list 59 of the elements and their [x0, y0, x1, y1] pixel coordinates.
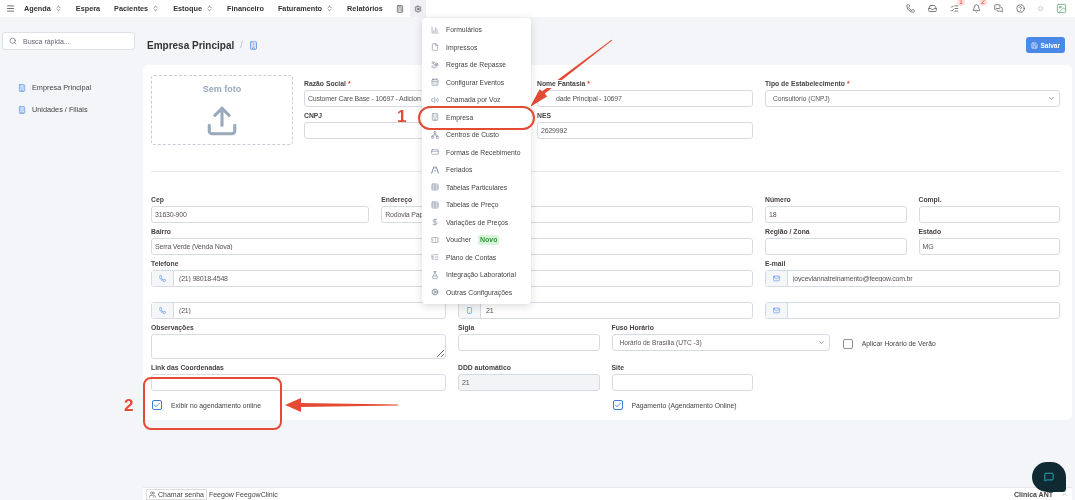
chart-icon	[431, 25, 439, 34]
help-icon[interactable]	[1016, 4, 1025, 13]
breadcrumb-separator: /	[240, 40, 243, 50]
caret-icon	[1048, 95, 1055, 102]
road-icon	[431, 165, 439, 174]
envelope-icon	[773, 307, 780, 314]
building-icon	[431, 113, 439, 122]
hand-coins-icon	[431, 60, 439, 69]
calendar-icon	[431, 78, 439, 87]
menu-icon[interactable]	[6, 4, 15, 13]
checklist-icon[interactable]	[950, 4, 959, 13]
bell-icon[interactable]	[972, 4, 981, 13]
list-icon	[431, 253, 439, 262]
scroll-up-icon[interactable]	[1061, 490, 1068, 498]
chat-button[interactable]	[1032, 462, 1066, 492]
input-field[interactable]	[611, 374, 753, 391]
step-number: 2	[124, 397, 134, 414]
card-icon	[431, 148, 439, 157]
checkbox[interactable]	[612, 400, 623, 410]
search-icon	[9, 37, 17, 45]
flask-icon	[431, 270, 439, 279]
hierarchy-icon	[431, 130, 439, 139]
dollar-icon	[431, 218, 439, 227]
upload-icon	[205, 104, 239, 138]
table-icon	[431, 183, 439, 192]
document-icon	[431, 43, 439, 52]
building-icon[interactable]	[248, 40, 258, 50]
building-icon	[18, 105, 26, 114]
input-field[interactable]	[918, 206, 1060, 223]
input-field[interactable]	[151, 374, 446, 391]
ticket-icon	[431, 235, 439, 244]
input-field[interactable]	[765, 238, 907, 255]
people-icon	[149, 490, 156, 498]
caret-icon	[817, 339, 825, 346]
checkbox[interactable]	[842, 338, 853, 349]
textarea-field[interactable]	[151, 334, 446, 359]
gears-icon	[431, 288, 439, 297]
phone-icon	[159, 275, 166, 282]
email-field[interactable]	[765, 302, 1060, 319]
mobile-icon	[466, 307, 473, 314]
chat-icon[interactable]	[994, 4, 1003, 13]
phone-icon	[159, 307, 166, 314]
checkbox[interactable]	[152, 400, 162, 410]
table-icon	[431, 200, 439, 209]
building-icon	[18, 83, 26, 92]
page-title: Empresa Principal	[147, 39, 235, 51]
input-field[interactable]	[458, 334, 600, 351]
photo-label: Sem foto	[202, 84, 242, 94]
calculator-icon	[395, 4, 404, 13]
chat-icon	[1044, 472, 1054, 482]
step-number: 1	[397, 108, 407, 125]
envelope-icon	[773, 275, 780, 282]
speaker-icon	[431, 95, 439, 104]
save-icon	[1031, 41, 1039, 49]
toolbar-button[interactable]	[409, 0, 426, 17]
phone-icon[interactable]	[906, 4, 915, 13]
broken-image-icon[interactable]	[1056, 3, 1067, 14]
inbox-icon[interactable]	[928, 4, 937, 13]
settings-icon	[413, 4, 422, 13]
